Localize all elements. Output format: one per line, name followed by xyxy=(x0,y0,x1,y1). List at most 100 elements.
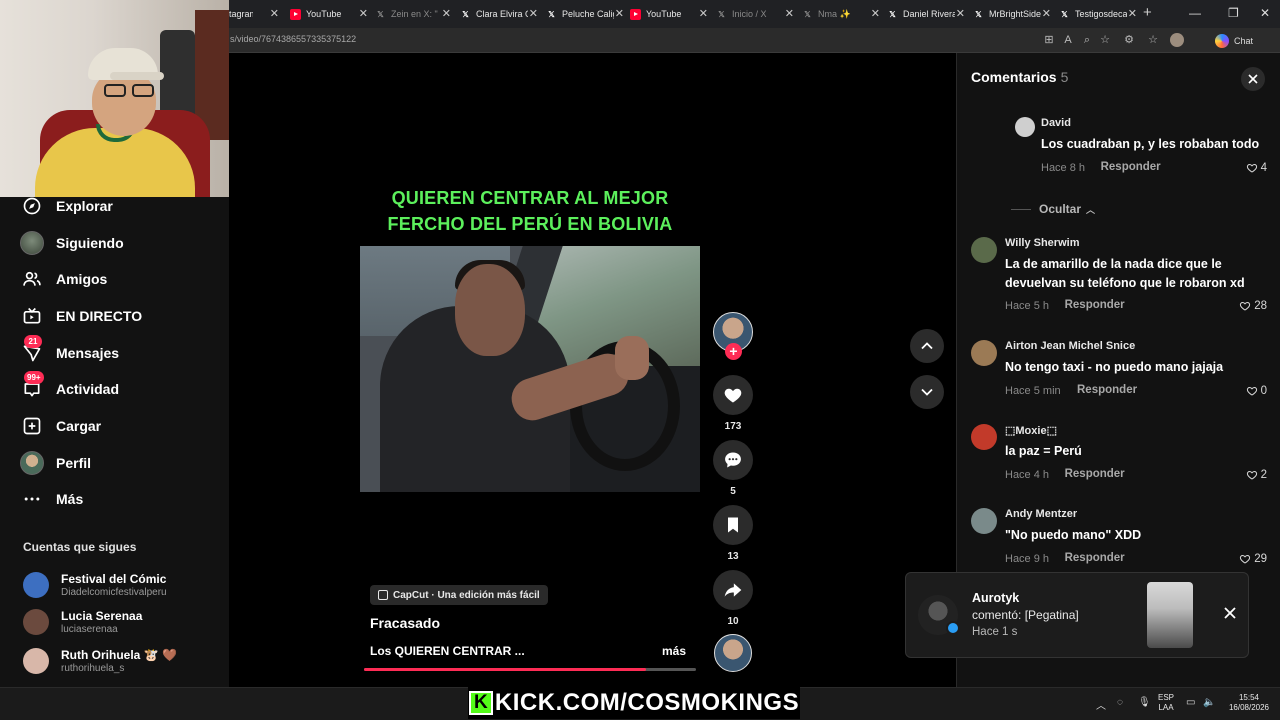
heart-outline-icon xyxy=(1246,163,1257,173)
tray-app-icon[interactable]: ◌ xyxy=(1117,697,1123,708)
reply-button[interactable]: Responder xyxy=(1101,161,1161,173)
close-tab-icon[interactable]: ✕ xyxy=(785,7,794,20)
heart-outline-icon xyxy=(1240,301,1251,311)
close-tab-icon[interactable]: ✕ xyxy=(529,7,538,20)
commenter-name[interactable]: ⬚Moxie⬚ xyxy=(1005,424,1057,437)
url-field[interactable]: s/video/7674386557335375122 xyxy=(230,34,356,44)
close-comments-button[interactable] xyxy=(1241,67,1265,91)
sidebar-item-cargar[interactable]: Cargar xyxy=(20,413,101,439)
close-tab-icon[interactable]: ✕ xyxy=(699,7,708,20)
browser-tab[interactable]: 𝕏 Inicio / X ✕ xyxy=(716,4,794,24)
close-tab-icon[interactable]: ✕ xyxy=(270,7,279,20)
browser-tab[interactable]: 𝕏 Nma ✨ ✕ xyxy=(802,4,880,24)
commenter-avatar[interactable] xyxy=(971,340,997,366)
close-tab-icon[interactable]: ✕ xyxy=(1042,7,1051,20)
commenter-avatar[interactable] xyxy=(1015,117,1035,137)
following-account[interactable]: Festival del Cómic Diadelcomicfestivalper… xyxy=(23,570,223,600)
sidebar-item-amigos[interactable]: Amigos xyxy=(20,266,107,292)
comment-count: 5 xyxy=(730,486,736,497)
comment-like-button[interactable]: 28 xyxy=(1239,300,1267,312)
more-link[interactable]: más xyxy=(662,644,686,658)
close-window-icon[interactable]: ✕ xyxy=(1260,6,1270,20)
commenter-name[interactable]: Airton Jean Michel Snice xyxy=(1005,340,1135,352)
close-tab-icon[interactable]: ✕ xyxy=(871,7,880,20)
like-button[interactable] xyxy=(713,375,753,415)
commenter-name[interactable]: David xyxy=(1041,117,1071,129)
close-tab-icon[interactable]: ✕ xyxy=(1128,7,1137,20)
microphone-icon[interactable]: 🎙 xyxy=(1138,697,1151,708)
commenter-avatar[interactable] xyxy=(971,424,997,450)
comment-like-button[interactable]: 0 xyxy=(1246,385,1267,397)
sidebar-item-perfil[interactable]: Perfil xyxy=(20,450,91,476)
comment-like-button[interactable]: 29 xyxy=(1239,553,1267,565)
app-available-icon[interactable]: ⊞ xyxy=(1042,33,1056,47)
comment-button[interactable] xyxy=(713,440,753,480)
volume-icon[interactable]: 🔈 xyxy=(1203,697,1215,708)
video-player[interactable] xyxy=(360,246,700,492)
close-tab-icon[interactable]: ✕ xyxy=(442,7,451,20)
new-tab-button[interactable]: + xyxy=(1143,4,1152,21)
language-top: ESP xyxy=(1158,693,1175,702)
follow-plus-button[interactable]: + xyxy=(725,343,742,360)
network-icon[interactable]: ▭ xyxy=(1186,697,1195,708)
save-button[interactable] xyxy=(713,505,753,545)
sidebar-item-mensajes[interactable]: 21 Mensajes xyxy=(20,335,119,366)
video-author[interactable]: Fracasado xyxy=(370,615,440,631)
reply-button[interactable]: Responder xyxy=(1065,552,1125,564)
tray-overflow-icon[interactable]: ︿ xyxy=(1096,697,1106,712)
send-icon: 21 xyxy=(20,335,44,365)
sidebar-item-en-directo[interactable]: EN DIRECTO xyxy=(20,303,142,329)
favorite-star-icon[interactable]: ☆ xyxy=(1098,33,1112,47)
notification-thumbnail[interactable] xyxy=(1147,582,1193,648)
comment-like-button[interactable]: 2 xyxy=(1246,469,1267,481)
extensions-icon[interactable]: ⚙ xyxy=(1122,33,1136,47)
close-notification-button[interactable] xyxy=(1220,603,1240,623)
browser-tab[interactable]: 𝕏 Zein en X: " ✕ xyxy=(375,4,451,24)
browser-tab[interactable]: 𝕏 Testigosdeca ✕ xyxy=(1059,4,1137,24)
capcut-tag[interactable]: CapCut · Una edición más fácil xyxy=(370,585,548,605)
translate-icon[interactable]: A xyxy=(1061,33,1075,47)
sidebar-item-m-s[interactable]: Más xyxy=(20,486,83,512)
following-account[interactable]: Ruth Orihuela 🐮 🤎 ruthorihuela_s xyxy=(23,646,223,676)
browser-tab[interactable]: 𝕏 Daniel Rivera ✕ xyxy=(887,4,965,24)
sidebar-item-explorar[interactable]: Explorar xyxy=(20,193,113,219)
zoom-icon[interactable]: ⌕ xyxy=(1080,33,1094,47)
comment-like-button[interactable]: 4 xyxy=(1246,162,1267,174)
maximize-icon[interactable]: ❐ xyxy=(1228,6,1239,20)
copilot-chat-button[interactable]: Chat xyxy=(1215,32,1253,49)
notification-popup[interactable]: Aurotyk comentó: [Pegatina] Hace 1 s xyxy=(905,572,1249,658)
language-indicator[interactable]: ESP LAA xyxy=(1158,693,1174,713)
browser-tab[interactable]: 𝕏 Clara Elvira O ✕ xyxy=(460,4,538,24)
sound-disc-avatar[interactable] xyxy=(714,634,752,672)
collections-icon[interactable]: ☆ xyxy=(1146,33,1160,47)
browser-tab[interactable]: 𝕏 MrBrightSide ✕ xyxy=(973,4,1051,24)
reply-button[interactable]: Responder xyxy=(1065,299,1125,311)
following-account[interactable]: Lucia Serenaa luciaserenaa xyxy=(23,607,223,637)
sidebar-item-actividad[interactable]: 99+ Actividad xyxy=(20,371,119,402)
reply-button[interactable]: Responder xyxy=(1065,468,1125,480)
close-tab-icon[interactable]: ✕ xyxy=(615,7,624,20)
browser-tab[interactable]: YouTube ✕ xyxy=(290,4,368,24)
profile-avatar[interactable] xyxy=(1170,33,1184,47)
close-tab-icon[interactable]: ✕ xyxy=(956,7,965,20)
commenter-name[interactable]: Andy Mentzer xyxy=(1005,508,1077,520)
sidebar-item-siguiendo[interactable]: Siguiendo xyxy=(20,230,124,256)
share-button[interactable] xyxy=(713,570,753,610)
commenter-avatar[interactable] xyxy=(971,508,997,534)
browser-tab[interactable]: tagram ✕ xyxy=(229,4,279,24)
clock[interactable]: 15:54 16/08/2026 xyxy=(1226,693,1272,713)
close-tab-icon[interactable]: ✕ xyxy=(359,7,368,20)
account-handle: Diadelcomicfestivalperu xyxy=(61,587,167,598)
copilot-icon xyxy=(1215,33,1229,48)
comment-like-count: 29 xyxy=(1254,553,1267,565)
browser-tab[interactable]: YouTube ✕ xyxy=(630,4,708,24)
comment-like-count: 0 xyxy=(1260,385,1267,397)
commenter-avatar[interactable] xyxy=(971,237,997,263)
previous-video-button[interactable] xyxy=(910,329,944,363)
next-video-button[interactable] xyxy=(910,375,944,409)
minimize-icon[interactable]: — xyxy=(1189,6,1201,20)
video-progress-bar[interactable] xyxy=(364,668,696,671)
browser-tab[interactable]: 𝕏 Peluche Calig ✕ xyxy=(546,4,624,24)
commenter-name[interactable]: Willy Sherwim xyxy=(1005,237,1079,249)
reply-button[interactable]: Responder xyxy=(1077,384,1137,396)
